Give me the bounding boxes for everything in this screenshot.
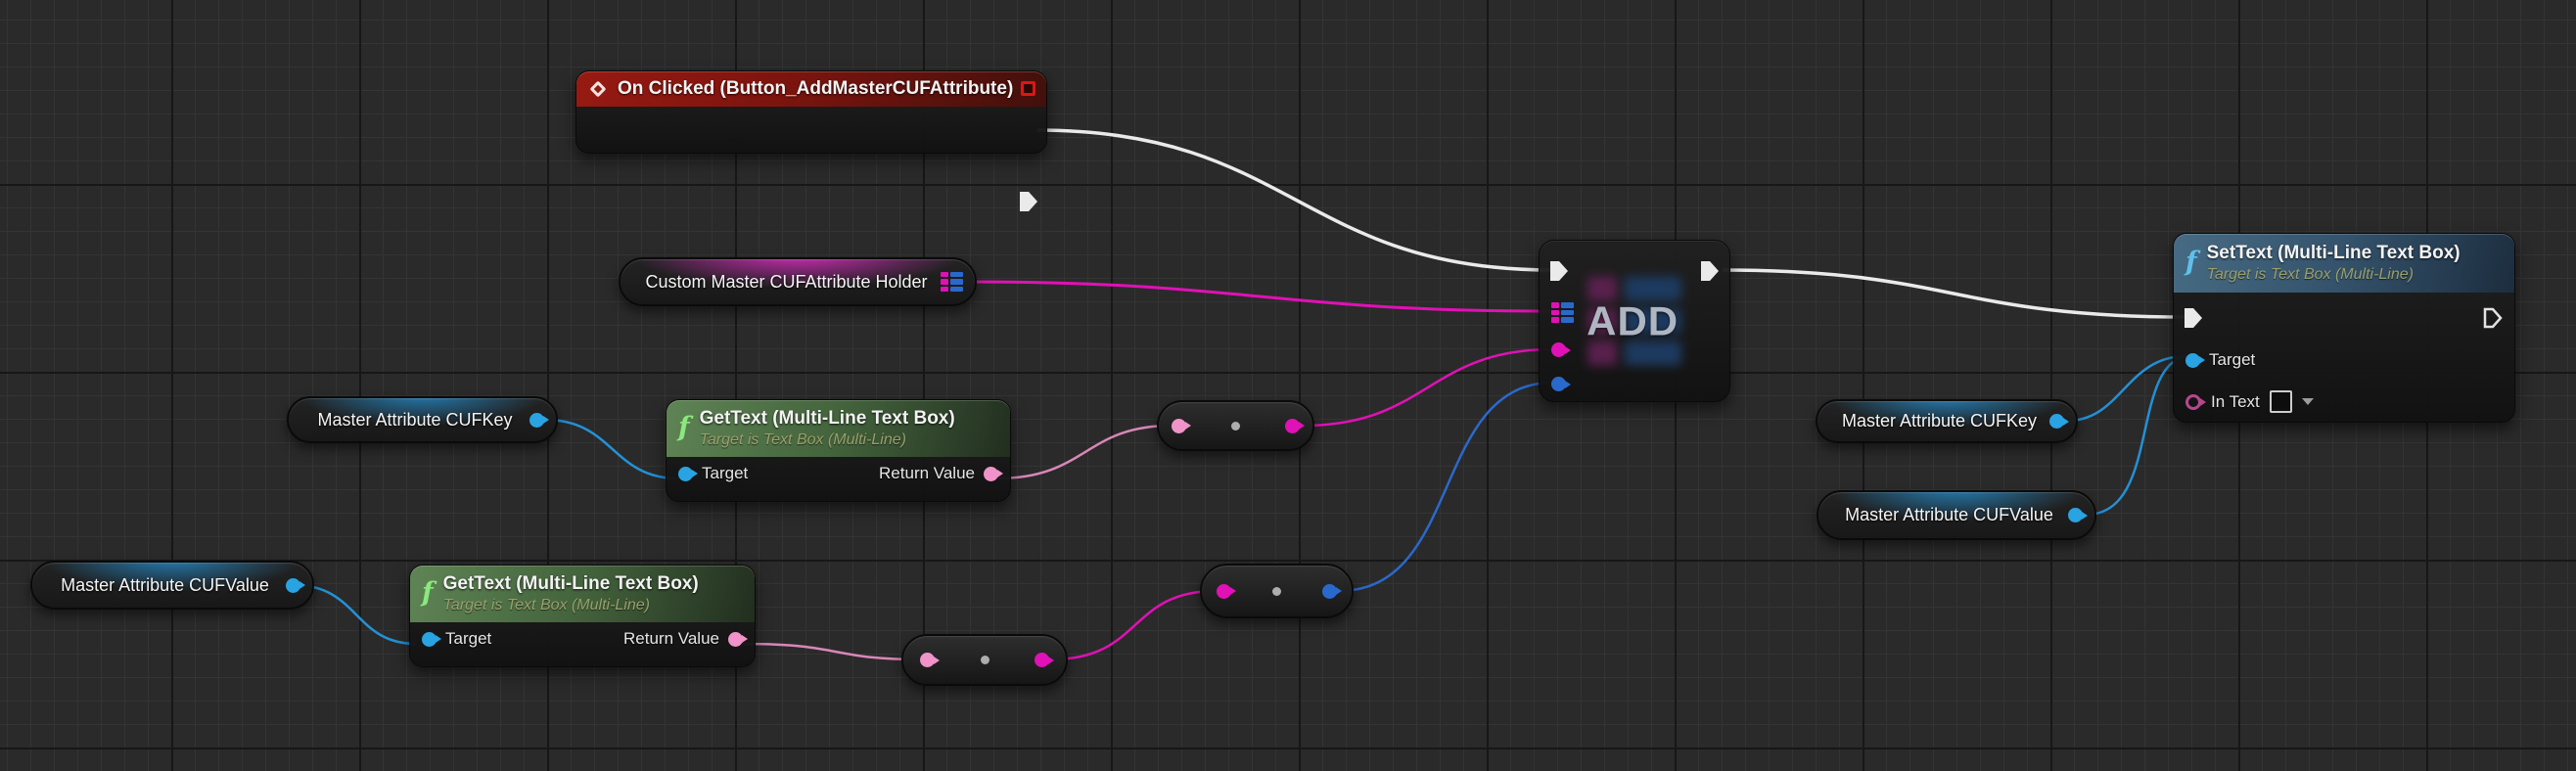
target-pin-label: Target: [702, 464, 748, 483]
return-value-pin[interactable]: [728, 632, 743, 647]
in-text-input[interactable]: [2270, 390, 2292, 413]
variable-label: Master Attribute CUFValue: [32, 575, 286, 596]
wire-object-valueleft-to-gettext[interactable]: [295, 585, 416, 644]
wire-object-valueright-to-settext[interactable]: [2086, 356, 2186, 515]
wire-object-keyleft-to-gettext[interactable]: [545, 420, 678, 478]
variable-node-cufvalue-left[interactable]: Master Attribute CUFValue: [30, 561, 314, 610]
node-title: SetText (Multi-Line Text Box): [2207, 243, 2461, 265]
function-node-header: f SetText (Multi-Line Text Box) Target i…: [2174, 234, 2514, 293]
target-pin[interactable]: [678, 467, 693, 481]
conversion-node-text-to-string-value[interactable]: [901, 634, 1068, 686]
target-pin-label: Target: [445, 629, 491, 649]
function-node-header: f GetText (Multi-Line Text Box) Target i…: [667, 400, 1010, 457]
node-title: GetText (Multi-Line Text Box): [700, 408, 955, 431]
variable-node-cufvalue-right[interactable]: Master Attribute CUFValue: [1817, 490, 2096, 540]
object-output-pin[interactable]: [529, 413, 544, 428]
exec-out-pin[interactable]: [2483, 307, 2503, 329]
node-subtitle: Target is Text Box (Multi-Line): [2207, 265, 2461, 284]
map-input-pin[interactable]: [1551, 302, 1574, 323]
blueprint-graph-canvas[interactable]: On Clicked (Button_AddMasterCUFAttribute…: [0, 0, 2576, 771]
in-text-dropdown-icon[interactable]: [2302, 398, 2314, 405]
exec-in-pin[interactable]: [1549, 260, 1569, 282]
variable-node-cufkey-left[interactable]: Master Attribute CUFKey: [287, 396, 558, 443]
value-output-pin[interactable]: [1322, 584, 1337, 599]
node-subtitle: Target is Text Box (Multi-Line): [700, 431, 955, 449]
wire-text-gettextvalue-to-conv3[interactable]: [743, 644, 920, 659]
variable-label: Master Attribute CUFValue: [1818, 505, 2068, 525]
target-pin-label: Target: [2209, 350, 2255, 370]
wire-string-conv1-to-add-key[interactable]: [1302, 349, 1553, 426]
conversion-dot-icon: [1231, 422, 1240, 431]
string-input-pin[interactable]: [1217, 584, 1231, 599]
in-text-pin-label: In Text: [2211, 392, 2260, 412]
exec-out-pin[interactable]: [1700, 260, 1720, 282]
string-output-pin[interactable]: [1035, 653, 1049, 667]
function-icon: f: [678, 414, 690, 440]
object-output-pin[interactable]: [286, 578, 300, 593]
wire-value-conv2-to-add[interactable]: [1339, 383, 1553, 591]
key-input-pin[interactable]: [1551, 342, 1566, 357]
add-watermark-text: ADD: [1587, 297, 1679, 344]
conversion-dot-icon: [1272, 587, 1281, 596]
object-output-pin[interactable]: [2068, 508, 2083, 522]
string-output-pin[interactable]: [1285, 419, 1300, 433]
node-gettext-key[interactable]: f GetText (Multi-Line Text Box) Target i…: [666, 399, 1011, 502]
wire-map-holder-to-add[interactable]: [965, 282, 1554, 311]
return-value-label: Return Value: [879, 464, 975, 483]
delegate-pin[interactable]: [1021, 81, 1035, 96]
event-icon: [590, 81, 607, 98]
variable-label: Master Attribute CUFKey: [1817, 411, 2049, 431]
function-node-header: f GetText (Multi-Line Text Box) Target i…: [410, 566, 755, 622]
exec-in-pin[interactable]: [2184, 307, 2203, 329]
target-pin[interactable]: [422, 632, 437, 647]
node-map-add[interactable]: ADD: [1539, 240, 1730, 402]
node-subtitle: Target is Text Box (Multi-Line): [443, 596, 699, 614]
map-pin[interactable]: [941, 272, 963, 293]
return-value-pin[interactable]: [984, 467, 998, 481]
node-title: GetText (Multi-Line Text Box): [443, 573, 699, 596]
wire-exec-add-to-settext[interactable]: [1723, 270, 2188, 317]
variable-node-cufkey-right[interactable]: Master Attribute CUFKey: [1816, 399, 2078, 443]
wire-exec-event-to-add[interactable]: [1037, 130, 1552, 270]
value-input-pin[interactable]: [1551, 377, 1566, 391]
text-input-pin[interactable]: [1172, 419, 1186, 433]
in-text-pin[interactable]: [2185, 394, 2201, 410]
variable-node-cufattribute-holder[interactable]: Custom Master CUFAttribute Holder: [619, 257, 977, 306]
variable-label: Master Attribute CUFKey: [289, 410, 529, 431]
return-value-label: Return Value: [623, 629, 719, 649]
object-output-pin[interactable]: [2049, 414, 2064, 429]
function-icon: f: [2185, 249, 2197, 275]
text-input-pin[interactable]: [920, 653, 935, 667]
target-pin[interactable]: [2185, 353, 2200, 368]
conversion-node-text-to-string-key[interactable]: [1157, 400, 1314, 451]
function-icon: f: [422, 579, 434, 606]
map-add-watermark: ADD: [1587, 277, 1681, 366]
wire-text-gettextkey-to-conv1[interactable]: [997, 426, 1172, 478]
node-settext[interactable]: f SetText (Multi-Line Text Box) Target i…: [2173, 233, 2515, 423]
conversion-dot-icon: [981, 656, 989, 664]
node-event-onclicked[interactable]: On Clicked (Button_AddMasterCUFAttribute…: [575, 70, 1047, 154]
variable-label: Custom Master CUFAttribute Holder: [621, 272, 941, 293]
node-gettext-value[interactable]: f GetText (Multi-Line Text Box) Target i…: [409, 565, 756, 667]
wire-string-conv3-to-conv2[interactable]: [1051, 591, 1217, 659]
event-node-header: On Clicked (Button_AddMasterCUFAttribute…: [576, 71, 1046, 107]
exec-out-pin[interactable]: [1019, 191, 1038, 212]
conversion-node-string-to-value[interactable]: [1200, 564, 1354, 618]
event-node-title: On Clicked (Button_AddMasterCUFAttribute…: [618, 78, 1013, 100]
